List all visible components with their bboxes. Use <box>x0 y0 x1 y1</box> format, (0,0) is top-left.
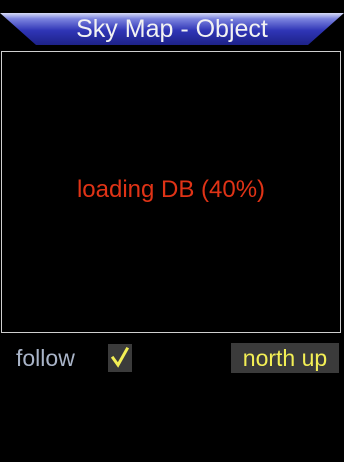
loading-status: loading DB (40%) <box>76 176 266 203</box>
controls-panel: follow north up <box>0 334 344 462</box>
north-up-button[interactable]: north up <box>231 343 339 373</box>
page-title: Sky Map - Object <box>76 15 268 43</box>
checkmark-icon <box>110 346 130 368</box>
sky-map-view[interactable]: loading DB (40%) <box>1 51 341 333</box>
follow-checkbox[interactable] <box>108 344 132 372</box>
follow-label: follow <box>16 345 75 371</box>
title-bar: Sky Map - Object <box>0 13 344 45</box>
